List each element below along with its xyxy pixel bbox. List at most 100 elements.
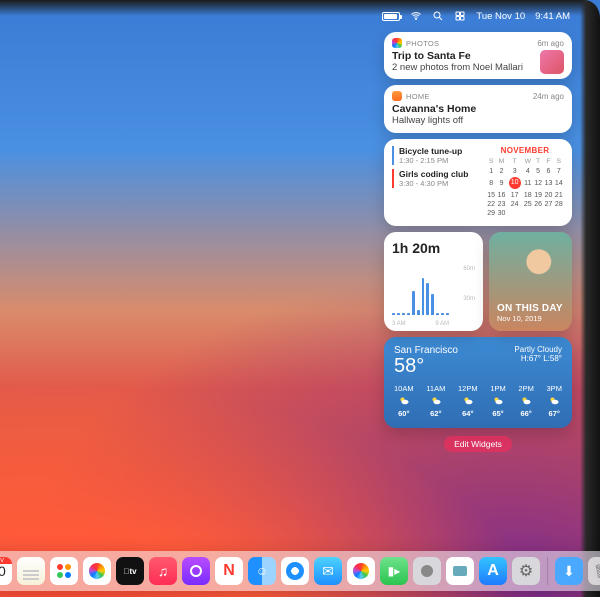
calendar-day[interactable]: 30 [496,209,506,218]
control-center-icon[interactable] [454,10,466,22]
weather-widget[interactable]: San Francisco 58° Partly Cloudy H:67° L:… [384,337,572,428]
search-icon[interactable] [432,10,444,22]
dock-app-finder[interactable]: ☺ [248,557,276,585]
calendar-widget[interactable]: Bicycle tune-up1:30 - 2:15 PMGirls codin… [384,139,572,226]
dock-app-photos-app[interactable] [347,557,375,585]
notification-thumb [540,50,564,74]
calendar-day[interactable]: 4 [523,167,533,176]
calendar-day[interactable]: 16 [496,191,506,200]
calendar-day[interactable] [543,209,553,218]
trash-icon: 🗑 [588,557,600,585]
calendar-day[interactable]: 14 [554,176,564,190]
dock-app-news[interactable]: N [215,557,243,585]
dock-app-contacts[interactable] [413,557,441,585]
dock-app-tv[interactable]: tv [116,557,144,585]
calendar-day[interactable]: 13 [543,176,553,190]
partly-cloudy-icon [462,395,474,407]
screen-time-bar [446,313,449,315]
dock-app-reminders[interactable] [50,557,78,585]
dock-app-appstore[interactable]: A [479,557,507,585]
calendar-day[interactable]: 5 [533,167,543,176]
chart-y-tick: 30m [451,296,475,302]
screen-time-bar [397,313,400,315]
calendar-day[interactable] [523,209,533,218]
calendar-event: Bicycle tune-up1:30 - 2:15 PM [392,146,470,165]
dock-app-mail[interactable]: ✉ [314,557,342,585]
calendar-day[interactable]: 22 [486,200,496,209]
calendar-day[interactable]: 12 [533,176,543,190]
calendar-day[interactable]: 3 [507,167,523,176]
dock-app-settings[interactable]: ⚙ [512,557,540,585]
notification-time: 6m ago [537,39,564,48]
weather-hour-temp: 60° [398,409,409,418]
calendar-day[interactable]: 2 [496,167,506,176]
event-time: 1:30 - 2:15 PM [399,156,470,165]
calendar-day[interactable] [533,209,543,218]
calendar-weekday: W [523,158,533,167]
screen-time-bar [392,313,395,315]
edit-widgets-button[interactable]: Edit Widgets [444,436,512,452]
screen-time-widget[interactable]: 1h 20m 60m30m 3 AM9 AM [384,232,483,331]
calendar-day[interactable]: 17 [507,191,523,200]
calendar-day[interactable]: 8 [486,176,496,190]
calendar-day[interactable]: 1 [486,167,496,176]
podcasts-icon [182,557,210,585]
bezel [580,0,600,597]
calendar-day[interactable] [554,209,564,218]
notification-photos[interactable]: PHOTOS 6m ago Trip to Santa Fe 2 new pho… [384,32,572,79]
reminders-icon [50,557,78,585]
calendar-day[interactable]: 6 [543,167,553,176]
calendar-day[interactable]: 29 [486,209,496,218]
weather-hour: 10AM 60° [394,384,414,418]
calendar-month-pane: NOVEMBER SMTWTFS123456789101112131415161… [478,139,572,226]
dock-app-safari[interactable] [281,557,309,585]
event-name: Bicycle tune-up [399,146,470,156]
music-icon: ♫ [149,557,177,585]
statusbar-date[interactable]: Tue Nov 10 [476,11,525,22]
dock-app-calendar[interactable]: NOV10 [0,557,12,585]
calendar-day[interactable]: 10 [507,176,523,190]
dock-app-notes[interactable] [17,557,45,585]
notification-home[interactable]: HOME 24m ago Cavanna's Home Hallway ligh… [384,85,572,132]
calendar-day[interactable]: 19 [533,191,543,200]
memory-date: Nov 10, 2019 [497,314,563,323]
dock-app-facetime[interactable]: ▮▸ [380,557,408,585]
calendar-day[interactable]: 24 [507,200,523,209]
calendar-day[interactable]: 23 [496,200,506,209]
dock-app-music[interactable]: ♫ [149,557,177,585]
calendar-day[interactable]: 11 [523,176,533,190]
contacts-icon [413,557,441,585]
dock-app-preview[interactable] [446,557,474,585]
calendar-day[interactable]: 28 [554,200,564,209]
calendar-day[interactable]: 26 [533,200,543,209]
calendar-day[interactable]: 15 [486,191,496,200]
dock-app-downloads[interactable]: ⬇ [555,557,583,585]
calendar-day[interactable]: 21 [554,191,564,200]
app-name: PHOTOS [406,39,439,48]
screen-time-bar [431,294,434,315]
weather-hour-temp: 62° [430,409,441,418]
calendar-weekday: T [533,158,543,167]
weather-hi-lo: H:67° L:58° [514,354,562,363]
preview-icon [446,557,474,585]
status-bar: Tue Nov 10 9:41 AM [382,10,570,22]
calendar-day[interactable]: 9 [496,176,506,190]
dock-app-photos[interactable] [83,557,111,585]
calendar-day[interactable]: 27 [543,200,553,209]
calendar-day[interactable] [507,209,523,218]
calendar-day[interactable]: 20 [543,191,553,200]
dock-app-trash[interactable]: 🗑 [588,557,600,585]
calendar-day[interactable]: 18 [523,191,533,200]
calendar-day[interactable]: 7 [554,167,564,176]
chart-x-tick: 3 AM [392,321,406,327]
partly-cloudy-icon [492,395,504,407]
dock-app-podcasts[interactable] [182,557,210,585]
battery-icon [382,12,400,21]
photos-on-this-day-widget[interactable]: ON THIS DAY Nov 10, 2019 [489,232,572,331]
screen-time-bar [422,278,425,314]
calendar-day[interactable]: 25 [523,200,533,209]
tv-icon: tv [116,557,144,585]
calendar-weekday: F [543,158,553,167]
calendar-events-pane: Bicycle tune-up1:30 - 2:15 PMGirls codin… [384,139,478,226]
screen-time-bar [407,313,410,315]
